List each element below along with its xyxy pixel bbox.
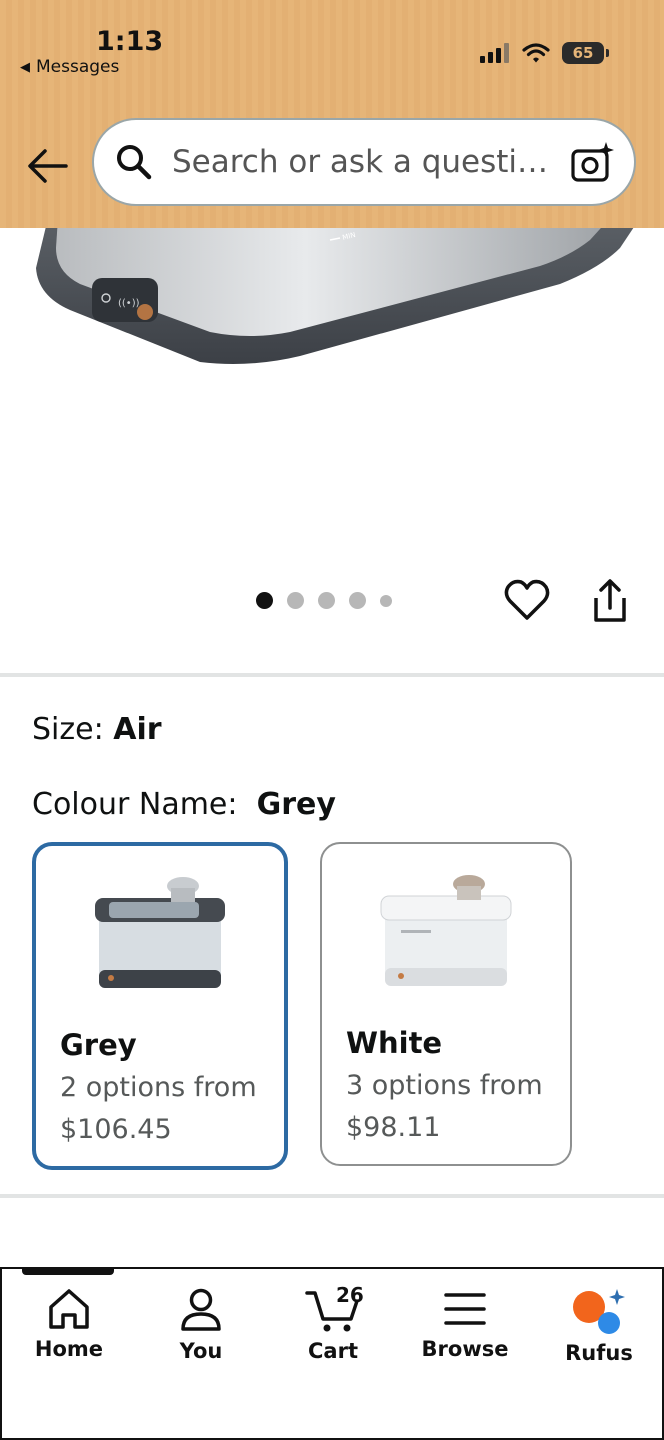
option-name: Grey <box>60 1028 137 1062</box>
carousel-dot[interactable] <box>256 592 273 609</box>
carousel-dot[interactable] <box>318 592 335 609</box>
bottom-tab-bar: Home You 26 Cart Browse Rufus <box>0 1267 664 1440</box>
tab-you[interactable]: You <box>146 1269 256 1363</box>
tab-home[interactable]: Home <box>14 1269 124 1361</box>
grey-product-thumbnail <box>95 877 225 988</box>
tab-browse-label: Browse <box>421 1337 509 1361</box>
option-offer: 2 options from <box>60 1072 257 1103</box>
white-product-thumbnail <box>380 875 512 986</box>
back-triangle-icon: ◀ <box>20 59 30 75</box>
app-header: 1:13 ◀ Messages 65 Search or ask a quest… <box>0 0 664 228</box>
cellular-signal-icon <box>480 43 509 63</box>
colour-value: Grey <box>256 787 336 822</box>
size-row: Size: Air <box>32 712 162 747</box>
product-image: MIN ((•)) <box>36 228 634 364</box>
carousel-dot[interactable] <box>349 592 366 609</box>
carousel-dot[interactable] <box>380 594 392 607</box>
tab-cart-label: Cart <box>308 1339 358 1363</box>
section-divider <box>0 673 664 677</box>
tab-cart[interactable]: 26 Cart <box>278 1269 388 1363</box>
search-placeholder: Search or ask a questi… <box>172 144 549 180</box>
carousel-dot[interactable] <box>287 592 304 609</box>
size-label: Size: <box>32 712 104 747</box>
share-icon[interactable] <box>588 578 632 624</box>
menu-icon <box>444 1293 486 1325</box>
tab-you-label: You <box>179 1339 223 1363</box>
section-divider <box>0 1194 664 1198</box>
size-value: Air <box>113 712 162 747</box>
option-price: $98.11 <box>346 1112 441 1143</box>
back-app-label: Messages <box>36 57 120 77</box>
cart-count-badge: 26 <box>336 1283 364 1307</box>
rufus-icon <box>573 1289 625 1334</box>
battery-icon: 65 <box>562 42 609 64</box>
wifi-icon <box>522 43 550 63</box>
tab-home-label: Home <box>34 1337 104 1361</box>
person-icon <box>181 1288 221 1331</box>
status-time: 1:13 <box>96 26 164 57</box>
search-input[interactable]: Search or ask a questi… <box>92 118 636 206</box>
colour-option-white[interactable]: White 3 options from $98.11 <box>320 842 572 1166</box>
visual-search-camera-icon[interactable] <box>570 140 614 184</box>
status-indicators: 65 <box>480 42 609 64</box>
option-offer: 3 options from <box>346 1070 543 1101</box>
tab-browse[interactable]: Browse <box>410 1269 520 1361</box>
tab-rufus[interactable]: Rufus <box>544 1269 654 1365</box>
back-arrow-icon[interactable] <box>26 145 68 187</box>
search-icon <box>117 145 152 180</box>
back-to-app-link[interactable]: ◀ Messages <box>20 57 119 77</box>
colour-option-grey[interactable]: Grey 2 options from $106.45 <box>32 842 288 1170</box>
svg-text:((•)): ((•)) <box>118 298 140 309</box>
carousel-pagination[interactable] <box>256 592 392 609</box>
wishlist-heart-icon[interactable] <box>504 578 550 622</box>
colour-row: Colour Name: Grey <box>32 787 336 822</box>
home-icon <box>49 1289 89 1329</box>
option-price: $106.45 <box>60 1114 172 1145</box>
product-image-carousel[interactable]: MIN ((•)) <box>0 228 664 588</box>
colour-label: Colour Name: <box>32 787 238 822</box>
tab-rufus-label: Rufus <box>565 1341 633 1365</box>
option-name: White <box>346 1026 443 1060</box>
